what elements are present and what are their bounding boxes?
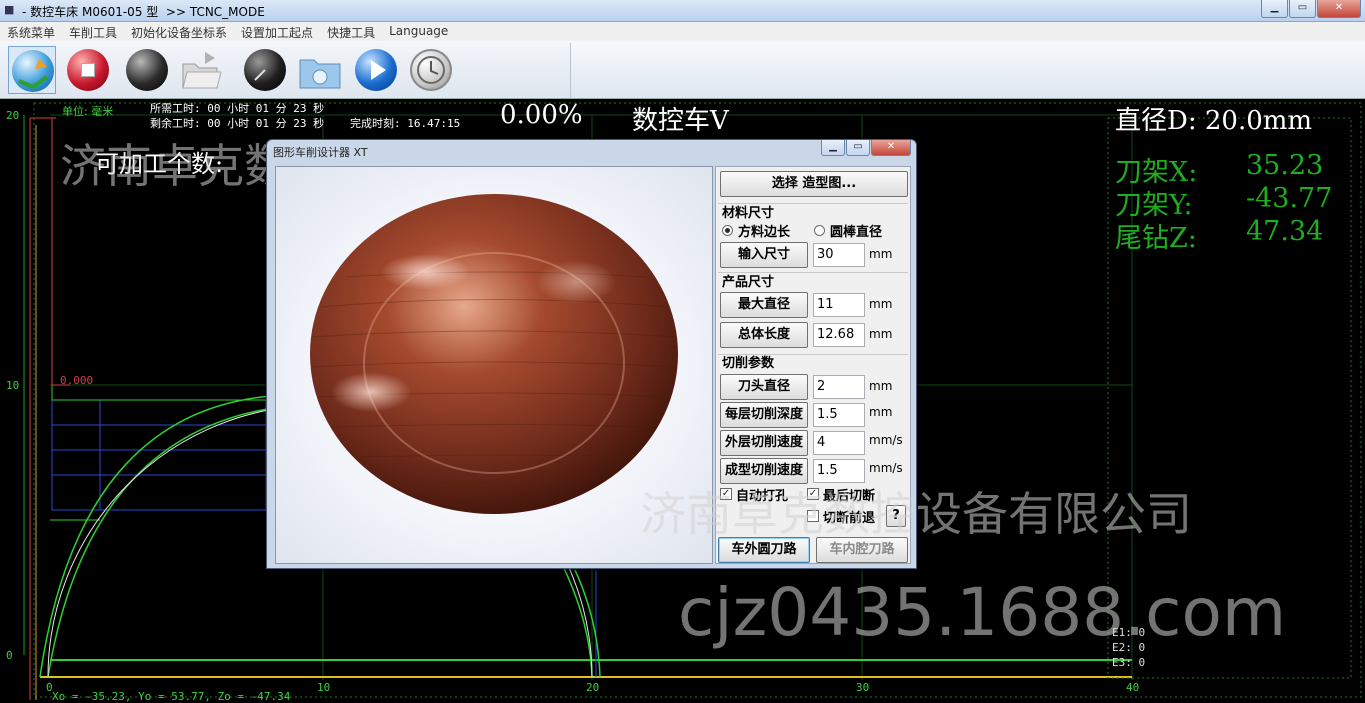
max-diameter-field[interactable]: 11	[813, 293, 865, 317]
window-title: - 数控车床 M0601-05 型 >> TCNC_MODE	[22, 5, 265, 19]
material-size-heading: 材料尺寸	[722, 206, 775, 221]
y-tick-10: 10	[6, 379, 20, 392]
dialog-title: 图形车削设计器 XT	[273, 146, 368, 159]
tail-z-value: 47.34	[1246, 216, 1324, 247]
max-diameter-unit: mm	[869, 297, 893, 311]
required-time: 所需工时: 00 小时 01 分 23 秒	[150, 102, 325, 115]
layer-depth-unit: mm	[869, 405, 893, 419]
tool-diameter-unit: mm	[869, 379, 893, 393]
input-size-field[interactable]: 30	[813, 243, 865, 267]
outer-speed-field[interactable]: 4	[813, 431, 865, 455]
window-controls: ▁ ▭ ✕	[1260, 0, 1361, 18]
window-title-bar: ■ - 数控车床 M0601-05 型 >> TCNC_MODE ▁ ▭ ✕	[0, 0, 1365, 22]
menu-quick-tools[interactable]: 快捷工具	[320, 22, 382, 41]
form-speed-unit: mm/s	[869, 461, 903, 475]
max-diameter-button[interactable]: 最大直径	[720, 292, 808, 318]
refresh-icon[interactable]	[8, 46, 56, 94]
outer-speed-button[interactable]: 外层切削速度	[720, 430, 808, 456]
menu-turning-tools[interactable]: 车削工具	[62, 22, 124, 41]
total-length-button[interactable]: 总体长度	[720, 322, 808, 348]
product-size-heading: 产品尺寸	[722, 275, 775, 290]
input-size-unit: mm	[869, 247, 893, 261]
app-icon: ■	[4, 3, 15, 16]
cnc-lathe-app: ■ - 数控车床 M0601-05 型 >> TCNC_MODE ▁ ▭ ✕ 系…	[0, 0, 1365, 703]
total-length-unit: mm	[869, 327, 893, 341]
dialog-maximize-button[interactable]: ▭	[846, 140, 870, 156]
unit-label: 单位: 毫米	[62, 105, 114, 118]
play-icon[interactable]	[352, 46, 400, 94]
minimize-button[interactable]: ▁	[1261, 0, 1288, 18]
x-tick-20: 20	[586, 681, 600, 694]
black-sphere-icon[interactable]	[123, 46, 171, 94]
camera-folder-icon[interactable]	[296, 46, 344, 94]
dialog-minimize-button[interactable]: ▁	[821, 140, 845, 156]
radio-square-label: 方料边长	[738, 225, 791, 240]
menu-system[interactable]: 系统菜单	[0, 22, 62, 41]
toolbar	[0, 41, 1365, 99]
radio-square[interactable]	[722, 225, 733, 236]
e3-readout: E3: 0	[1112, 656, 1146, 669]
cut-params-heading: 切削参数	[722, 356, 775, 371]
open-folder-icon[interactable]	[177, 46, 225, 94]
watermark-company-bottom: 济南卓克数控设备有限公司	[640, 487, 1192, 541]
mode-label: 数控车V	[632, 106, 729, 136]
tail-z-label: 尾钻Z:	[1115, 223, 1197, 254]
dialog-window-controls: ▁ ▭ ✕	[820, 140, 911, 156]
total-length-field[interactable]: 12.68	[813, 323, 865, 347]
menu-bar: 系统菜单 车削工具 初始化设备坐标系 设置加工起点 快捷工具 Language	[0, 22, 1365, 41]
radio-round-label: 圆棒直径	[830, 225, 883, 240]
stop-icon[interactable]	[64, 46, 112, 94]
progress-percent: 0.00%	[500, 100, 583, 130]
remaining-time: 剩余工时: 00 小时 01 分 23 秒	[150, 117, 325, 130]
y-tick-20: 20	[6, 109, 20, 122]
menu-init-coords[interactable]: 初始化设备坐标系	[124, 22, 234, 41]
tool-diameter-button[interactable]: 刀头直径	[720, 374, 808, 400]
marker-value: 0.000	[60, 374, 94, 387]
tool-x-value: 35.23	[1246, 150, 1324, 181]
close-button[interactable]: ✕	[1317, 0, 1361, 18]
bottom-coords: Xo = -35.23, Yo = 53.77, Zo = -47.34	[52, 690, 291, 703]
radio-round[interactable]	[814, 225, 825, 236]
radar-icon[interactable]	[241, 46, 289, 94]
x-tick-40: 40	[1126, 681, 1140, 694]
toolbar-blank-panel	[570, 43, 1365, 98]
finish-time: 完成时刻: 16.47:15	[350, 117, 461, 130]
watermark-url: cjz0435.1688.com	[678, 574, 1287, 651]
menu-language[interactable]: Language	[382, 22, 455, 41]
y-tick-0: 0	[6, 649, 13, 662]
layer-depth-field[interactable]: 1.5	[813, 403, 865, 427]
tool-diameter-field[interactable]: 2	[813, 375, 865, 399]
outer-speed-unit: mm/s	[869, 433, 903, 447]
maximize-button[interactable]: ▭	[1289, 0, 1316, 18]
dialog-close-button[interactable]: ✕	[871, 140, 911, 156]
tool-y-value: -43.77	[1246, 183, 1333, 214]
x-tick-30: 30	[856, 681, 870, 694]
select-model-button[interactable]: 选择 造型图...	[720, 171, 908, 197]
input-size-button[interactable]: 输入尺寸	[720, 242, 808, 268]
x-tick-10: 10	[317, 681, 331, 694]
diameter-readout: 直径D: 20.0mm	[1115, 106, 1313, 136]
layer-depth-button[interactable]: 每层切削深度	[720, 402, 808, 428]
history-clock-icon[interactable]	[407, 46, 455, 94]
menu-set-origin[interactable]: 设置加工起点	[234, 22, 320, 41]
